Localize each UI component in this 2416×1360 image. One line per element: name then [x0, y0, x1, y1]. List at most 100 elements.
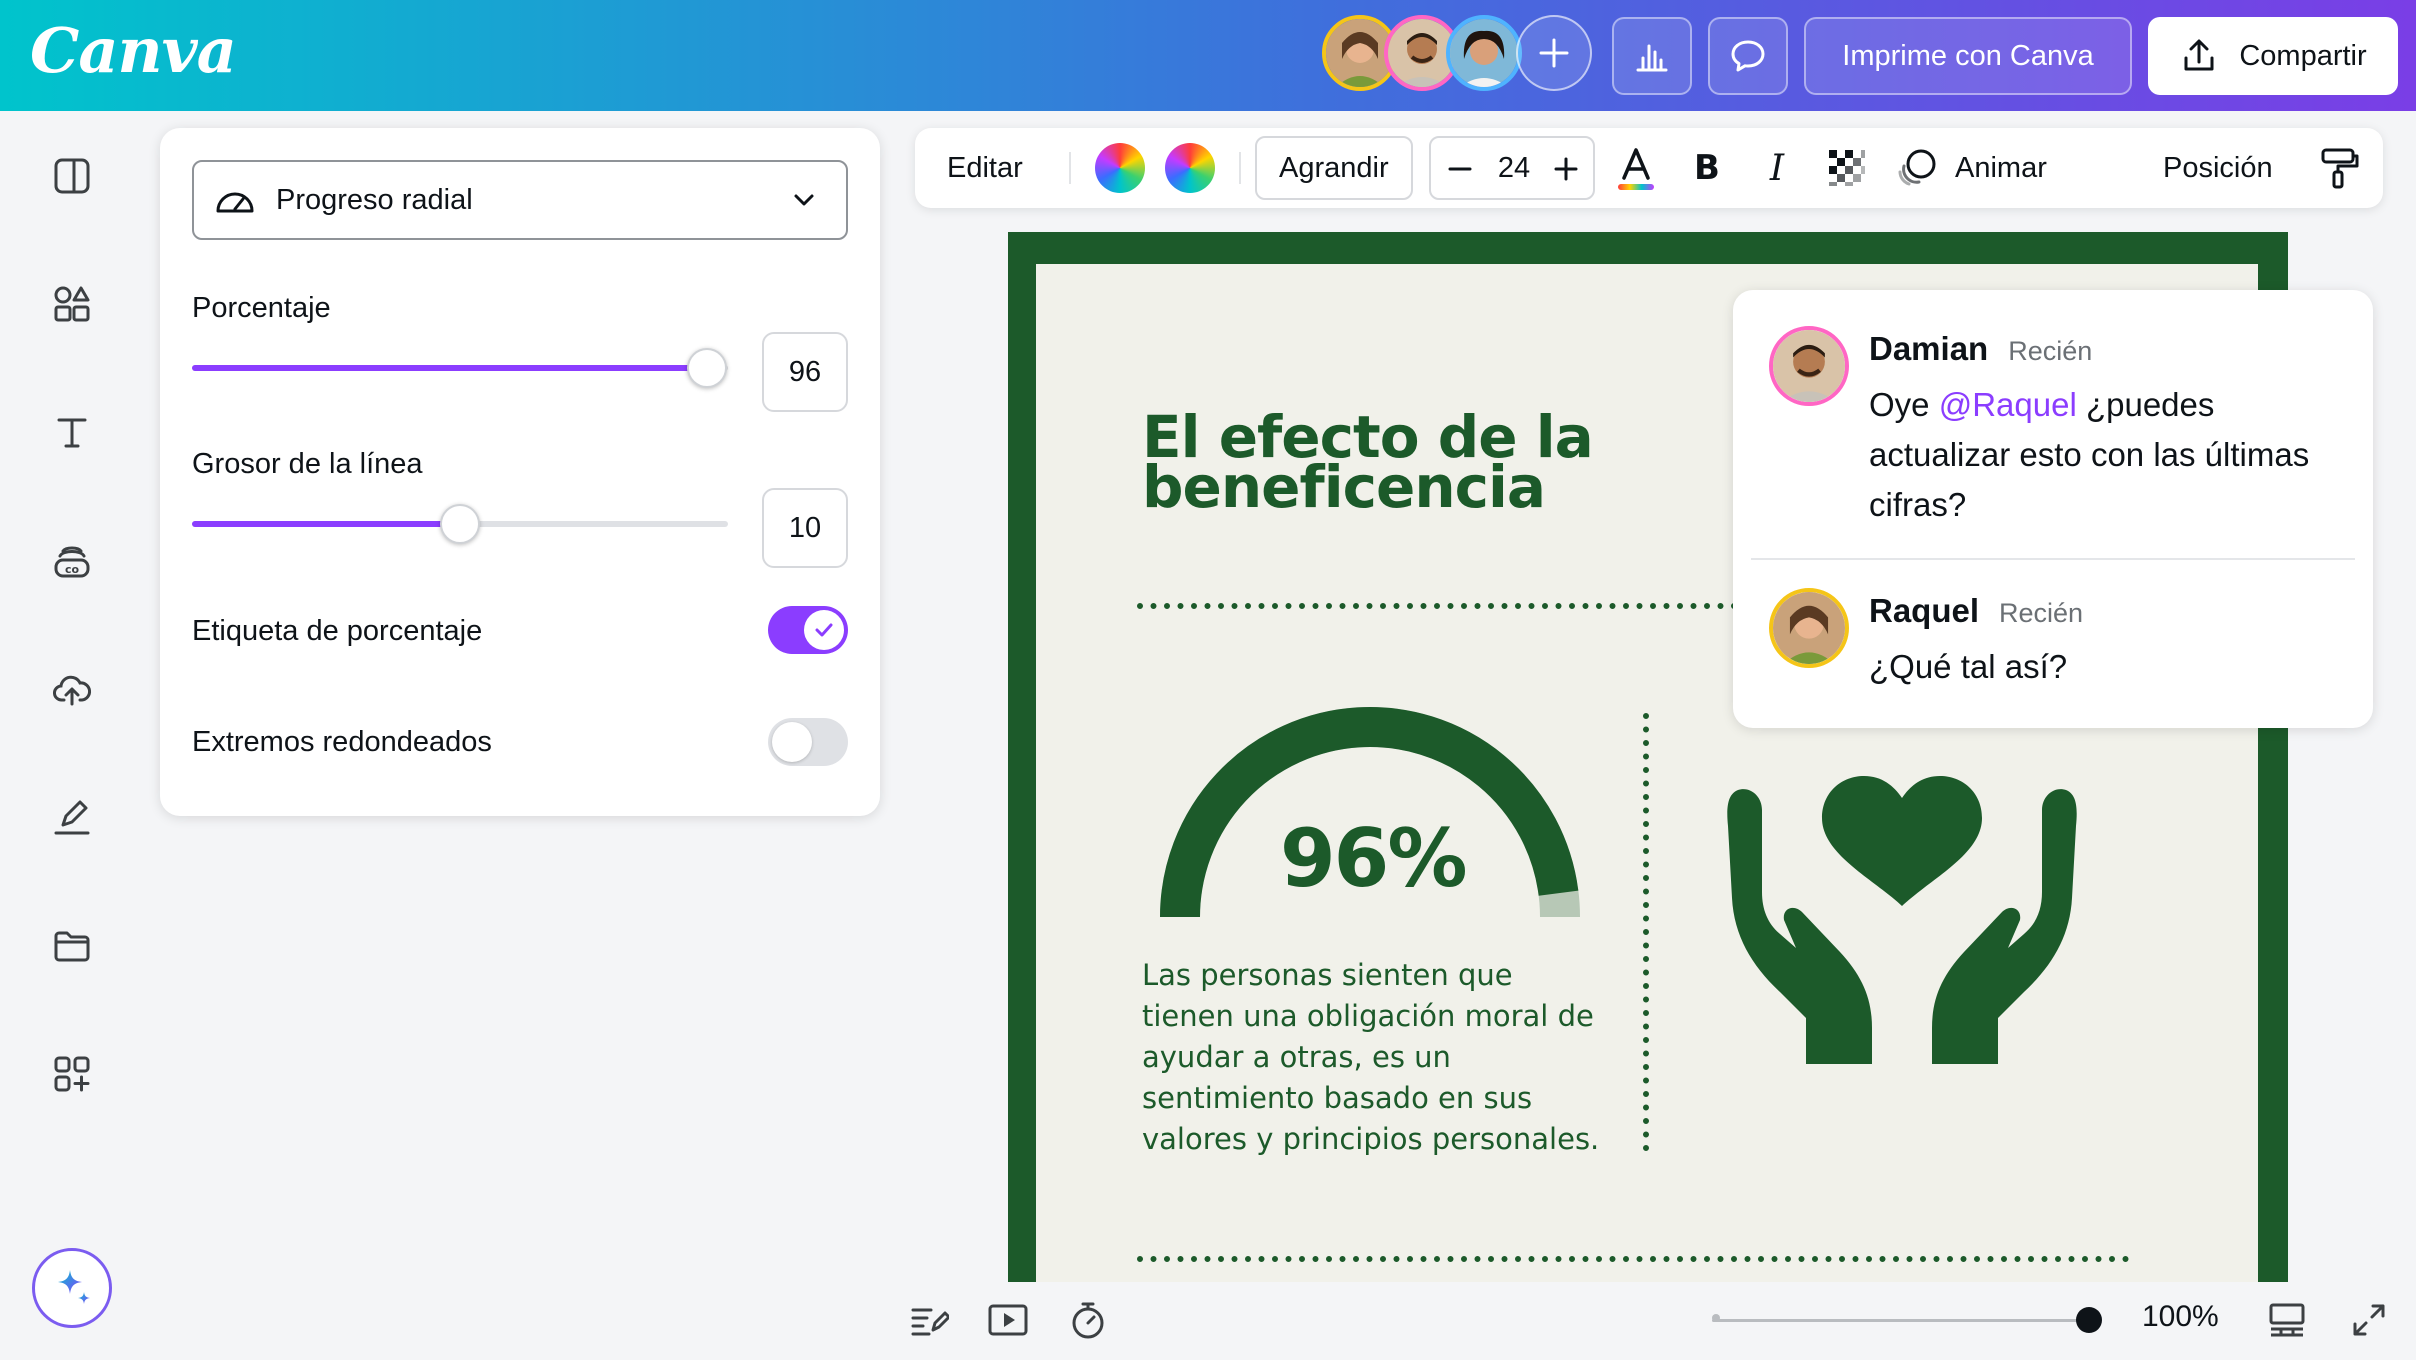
grow-button[interactable]: Agrandir — [1255, 136, 1413, 200]
rail-draw[interactable] — [42, 788, 102, 848]
animate-icon — [1898, 149, 1936, 186]
color-picker-secondary[interactable] — [1165, 143, 1215, 193]
comment-icon — [1731, 40, 1765, 72]
transparency-button[interactable] — [1825, 146, 1869, 190]
comment-text: Oye @Raquel ¿puedes actualizar esto con … — [1869, 380, 2339, 530]
draw-pen-icon — [54, 800, 90, 835]
rail-projects[interactable] — [42, 916, 102, 976]
rounded-ends-label: Extremos redondeados — [192, 726, 492, 758]
rail-elements[interactable] — [42, 274, 102, 334]
position-button[interactable]: Posición — [2163, 128, 2273, 208]
comment-text: ¿Qué tal así? — [1869, 648, 2068, 685]
svg-text:co: co — [65, 563, 80, 576]
text-color-button[interactable] — [1611, 142, 1661, 194]
line-thickness-label: Grosor de la línea — [192, 448, 423, 480]
zoom-handle[interactable] — [2076, 1307, 2102, 1333]
rail-text[interactable] — [42, 402, 102, 462]
slider-fill — [192, 365, 707, 371]
rail-apps[interactable] — [42, 1044, 102, 1104]
font-size-stepper: 24 — [1429, 136, 1595, 200]
notes-button[interactable] — [904, 1295, 954, 1345]
mention-link[interactable]: @Raquel — [1939, 386, 2077, 423]
bold-icon: B — [1694, 148, 1720, 188]
hands-heart-illustration[interactable] — [1722, 766, 2082, 1068]
animate-label: Animar — [1955, 151, 2047, 184]
dotted-divider-bottom — [1137, 1256, 2135, 1262]
check-icon — [815, 623, 833, 637]
slider-handle[interactable] — [440, 504, 480, 544]
rail-uploads[interactable] — [42, 660, 102, 720]
slider-handle[interactable] — [686, 348, 727, 388]
comments-popover: Damian Recién Oye @Raquel ¿puedes actual… — [1733, 290, 2373, 728]
bar-chart-icon — [1636, 44, 1668, 72]
expand-icon — [2353, 1304, 2385, 1336]
top-bar: Canva Imprime con Canva Compartir — [0, 0, 2416, 111]
color-picker-primary[interactable] — [1095, 143, 1145, 193]
avatar-collaborator[interactable] — [1446, 15, 1522, 91]
magic-assistant-button[interactable] — [32, 1248, 112, 1328]
percentage-slider[interactable] — [192, 348, 728, 388]
apps-grid-icon — [54, 1056, 90, 1092]
decrease-size-button[interactable] — [1443, 152, 1477, 186]
chart-type-label: Progreso radial — [276, 183, 473, 216]
plus-icon — [1539, 38, 1569, 68]
fullscreen-button[interactable] — [2344, 1295, 2394, 1345]
line-thickness-slider[interactable] — [192, 504, 728, 544]
checkerboard-icon — [1829, 150, 1865, 186]
print-with-canva-button[interactable]: Imprime con Canva — [1804, 17, 2132, 95]
sparkle-icon — [58, 1270, 90, 1304]
dotted-divider-vertical — [1643, 713, 1649, 1163]
zoom-slider[interactable] — [1712, 1303, 2102, 1337]
percent-label-toggle-label: Etiqueta de porcentaje — [192, 615, 483, 647]
zoom-min-dot — [1712, 1314, 1720, 1322]
brand-kit-icon: co — [54, 546, 90, 578]
rounded-ends-toggle[interactable] — [768, 718, 848, 766]
rail-brand[interactable]: co — [42, 532, 102, 592]
add-collaborator-button[interactable] — [1516, 15, 1592, 91]
chart-type-dropdown[interactable]: Progreso radial — [192, 160, 848, 240]
insights-button[interactable] — [1612, 17, 1692, 95]
text-icon — [57, 418, 87, 448]
cloud-upload-icon — [53, 675, 91, 706]
zoom-track — [1712, 1319, 2092, 1322]
chevron-down-icon — [794, 194, 814, 206]
line-thickness-input[interactable]: 10 — [762, 488, 848, 568]
minus-icon — [1448, 167, 1472, 171]
commenter-avatar-damian — [1769, 326, 1849, 406]
folder-icon — [54, 931, 90, 962]
share-upload-icon — [2184, 39, 2214, 71]
comment-header: Raquel Recién — [1869, 592, 2083, 630]
font-size-input[interactable]: 24 — [1487, 138, 1541, 198]
layout-icon — [54, 158, 90, 194]
timer-button[interactable] — [1063, 1295, 1113, 1345]
design-title-line-2: beneficencia — [1142, 453, 1546, 521]
zoom-level[interactable]: 100% — [2142, 1300, 2219, 1334]
commenter-avatar-raquel — [1769, 588, 1849, 668]
comment-header: Damian Recién — [1869, 330, 2092, 368]
share-button[interactable]: Compartir — [2148, 17, 2398, 95]
design-body-text[interactable]: Las personas sienten que tienen una obli… — [1142, 955, 1612, 1160]
stopwatch-icon — [1072, 1302, 1104, 1339]
comments-button[interactable] — [1708, 17, 1788, 95]
percentage-label: Porcentaje — [192, 292, 331, 324]
slider-fill — [192, 521, 460, 527]
rail-design[interactable] — [42, 146, 102, 206]
divider — [1069, 152, 1071, 184]
present-button[interactable] — [983, 1295, 1033, 1345]
plus-icon — [1554, 157, 1578, 181]
grid-view-icon — [2269, 1303, 2305, 1337]
percentage-input[interactable]: 96 — [762, 332, 848, 412]
chart-settings-panel: Progreso radial Porcentaje 96 Grosor de … — [160, 128, 880, 816]
increase-size-button[interactable] — [1549, 152, 1583, 186]
percent-label-toggle[interactable] — [768, 606, 848, 654]
animate-button[interactable]: Animar — [1895, 128, 2047, 208]
design-title[interactable]: El efecto de la beneficencia — [1142, 408, 1594, 521]
bold-button[interactable]: B — [1685, 146, 1729, 190]
percentage-label-text[interactable]: 96% — [1280, 812, 1467, 905]
italic-button[interactable]: I — [1755, 146, 1799, 190]
canva-logo[interactable]: Canva — [30, 14, 237, 87]
commenter-name: Damian — [1869, 330, 1989, 367]
copy-style-button[interactable] — [2315, 144, 2363, 192]
edit-button[interactable]: Editar — [947, 128, 1023, 208]
page-view-button[interactable] — [2262, 1295, 2312, 1345]
